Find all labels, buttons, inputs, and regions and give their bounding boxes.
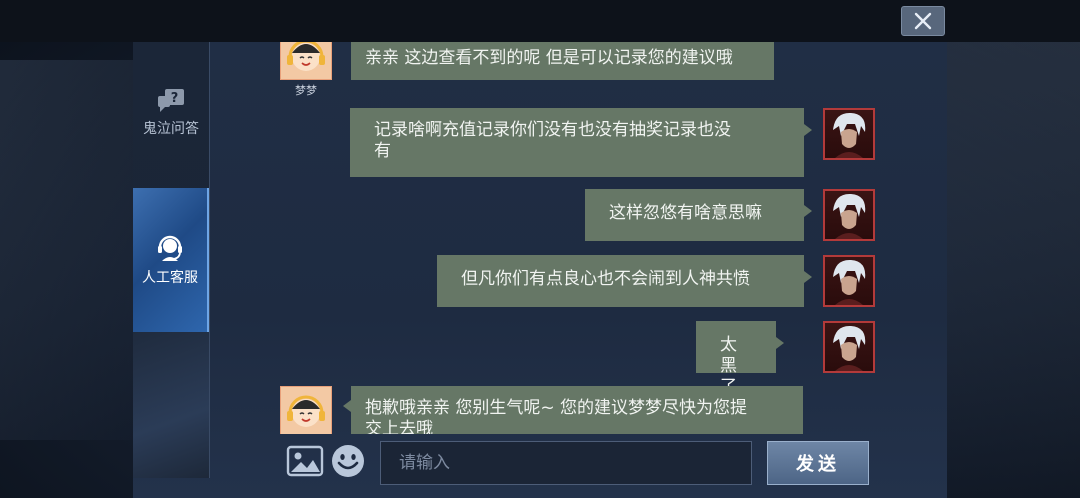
emoji-button[interactable] [330,443,366,479]
user-avatar-image [833,325,866,371]
message-text-line: 抱歉哦亲亲 您别生气呢~ 您的建议梦梦尽快为您提 [365,398,748,418]
message-list[interactable]: 梦梦 亲亲 这边查看不到的呢 但是可以记录您的建议哦 记录啥啊充值记录你们没有也… [210,42,947,434]
image-button[interactable] [286,445,324,477]
close-button[interactable] [901,6,945,36]
user-avatar [823,189,875,241]
agent-name: 梦梦 [295,84,317,97]
user-avatar [823,108,875,160]
message-text-line: 交上去哦 [365,419,433,434]
background-shard [947,42,1080,498]
sidebar-decoration [133,332,209,478]
message-bubble: 太黑了 [696,321,784,397]
user-avatar-image [833,112,866,158]
agent-avatar-image [287,395,325,427]
message-bubble: 但凡你们有点良心也不会闹到人神共愤 [437,255,812,307]
message-text: 这样忽悠有啥意思嘛 [609,203,762,223]
user-avatar-image [833,193,866,239]
sidebar: ? 鬼泣问答 人工客服 [133,42,210,478]
message-text: 亲亲 这边查看不到的呢 但是可以记录您的建议哦 [365,48,733,68]
emoji-icon [332,445,364,477]
message-text-line: 记录啥啊充值记录你们没有也没有抽奖记录也没 [374,120,731,140]
agent-avatar [280,386,332,434]
message-text: 但凡你们有点良心也不会闹到人神共愤 [461,269,750,289]
user-avatar-image [833,259,866,305]
send-button[interactable]: 发送 [767,441,869,485]
message-input[interactable] [380,441,752,485]
image-icon [286,445,324,477]
background-shard [0,60,133,440]
headset-agent-icon [158,235,182,261]
input-bar: 发送 [210,434,947,486]
close-icon [914,12,932,30]
chat-panel: ? 鬼泣问答 人工客服 梦梦 亲亲 这边查看不到的呢 但是可以记录您的建议哦 记… [133,42,947,498]
message-bubble: 抱歉哦亲亲 您别生气呢~ 您的建议梦梦尽快为您提 交上去哦 [343,386,803,434]
svg-text:?: ? [171,91,179,106]
sidebar-item-label: 鬼泣问答 [143,121,199,137]
agent-avatar [280,42,332,80]
agent-avatar-image [287,42,325,71]
question-bubble-icon: ? [158,89,184,112]
user-avatar [823,255,875,307]
message-bubble: 亲亲 这边查看不到的呢 但是可以记录您的建议哦 [351,42,774,80]
message-bubble: 记录啥啊充值记录你们没有也没有抽奖记录也没 有 [350,108,812,177]
user-avatar [823,321,875,373]
sidebar-item-faq[interactable]: ? 鬼泣问答 [133,88,209,148]
message-text-line: 有 [374,141,391,161]
message-bubble: 这样忽悠有啥意思嘛 [585,189,812,241]
sidebar-item-label: 人工客服 [142,270,198,286]
sidebar-item-human-service[interactable]: 人工客服 [133,188,209,332]
